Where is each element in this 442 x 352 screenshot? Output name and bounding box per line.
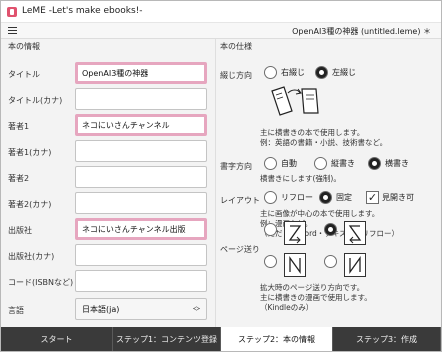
writing-label: 書字方向	[220, 162, 252, 171]
title-input[interactable]: OpenAI3種の神器	[75, 62, 207, 84]
layout-desc-1: 主に画像が中心の本で使用します。	[260, 209, 380, 218]
page-flip-reverse-z-icon	[344, 221, 366, 245]
paging-label: ページ送り	[220, 245, 260, 254]
tab-step1-content[interactable]: ステップ1：コンテンツ登録	[113, 327, 221, 351]
code-row: コード(ISBNなど)	[5, 269, 210, 293]
title-bar: LeME -Let's make ebooks!-	[1, 1, 441, 23]
author2-input[interactable]	[75, 166, 207, 188]
code-input[interactable]	[75, 270, 207, 292]
menu-bar: OpenAI3種の神器 (untitled.leme) ＊	[1, 23, 441, 39]
author2-label: 著者2	[8, 174, 30, 183]
author2-row: 著者2	[5, 165, 210, 189]
page-flip-z-icon	[284, 221, 306, 245]
author1-input[interactable]: ネコにいさんチャンネル	[75, 114, 207, 136]
document-title: OpenAI3種の神器 (untitled.leme) ＊	[292, 27, 431, 36]
paging-option-4-radio[interactable]	[324, 255, 337, 268]
author2-kana-input[interactable]	[75, 192, 207, 214]
book-binding-icon	[271, 86, 319, 116]
paging-desc-1: 拡大時のページ送り方向です。	[260, 283, 365, 292]
layout-fixed-option[interactable]: 固定	[319, 191, 352, 204]
spread-checkbox-option[interactable]: ✓ 見開き可	[366, 191, 414, 204]
writing-auto-option[interactable]: 自動	[264, 157, 297, 170]
writing-vertical-option[interactable]: 縦書き	[314, 157, 355, 170]
book-info-panel: 本の情報 タイトル OpenAI3種の神器 タイトル(カナ) 著者1 ネコにいさ…	[5, 39, 210, 327]
binding-desc-1: 主に横書きの本で使用します。	[260, 128, 365, 137]
binding-label: 綴じ方向	[220, 71, 252, 80]
step-tab-bar: スタート ステップ1：コンテンツ登録 ステップ2：本の情報 ステップ3：作成	[1, 327, 441, 351]
page-flip-reverse-n-icon	[344, 253, 366, 277]
publisher-row: 出版社 ネコにいさんチャンネル出版	[5, 217, 210, 241]
binding-desc-2: 例：英語の書籍・小説、技術書など。	[260, 138, 388, 147]
language-label: 言語	[8, 306, 24, 315]
author1-kana-label: 著者1(カナ)	[8, 148, 52, 157]
paging-option-3-radio[interactable]	[264, 255, 277, 268]
paging-option-1-radio[interactable]	[264, 223, 277, 236]
paging-option-1[interactable]	[264, 223, 281, 236]
layout-reflow-radio[interactable]	[264, 191, 277, 204]
writing-desc: 横書きにします(強制)。	[260, 174, 341, 183]
paging-desc-3: （Kindleのみ）	[260, 303, 314, 312]
paging-desc-2: 主に横書きの漫画で使用します。	[260, 293, 372, 302]
title-kana-label: タイトル(カナ)	[8, 96, 63, 105]
book-info-heading: 本の情報	[8, 42, 40, 51]
layout-reflow-option[interactable]: リフロー	[264, 191, 313, 204]
language-row: 言語 日本語(ja) ︿ ﹀	[5, 297, 210, 321]
app-window: LeME -Let's make ebooks!- OpenAI3種の神器 (u…	[0, 0, 442, 352]
author2-kana-label: 著者2(カナ)	[8, 200, 52, 209]
code-label: コード(ISBNなど)	[8, 278, 74, 287]
author1-row: 著者1 ネコにいさんチャンネル	[5, 113, 210, 137]
author1-kana-input[interactable]	[75, 140, 207, 162]
title-label: タイトル	[8, 70, 40, 79]
author1-label: 著者1	[8, 122, 30, 131]
title-kana-row: タイトル(カナ)	[5, 87, 210, 111]
tab-start[interactable]: スタート	[1, 327, 113, 351]
book-spec-heading: 本の仕様	[220, 42, 252, 51]
author2-kana-row: 著者2(カナ)	[5, 191, 210, 215]
author1-kana-row: 著者1(カナ)	[5, 139, 210, 163]
leme-app-icon	[7, 7, 17, 17]
binding-right-option[interactable]: 右綴じ	[264, 66, 305, 79]
paging-option-2-radio[interactable]	[324, 223, 337, 236]
title-kana-input[interactable]	[75, 88, 207, 110]
publisher-kana-row: 出版社(カナ)	[5, 243, 210, 267]
paging-option-2[interactable]	[324, 223, 341, 236]
paging-option-4[interactable]	[324, 255, 341, 268]
layout-label: レイアウト	[220, 196, 260, 205]
updown-chevron-icon: ︿ ﹀	[193, 302, 200, 316]
binding-right-radio[interactable]	[264, 66, 277, 79]
title-row: タイトル OpenAI3種の神器	[5, 61, 210, 85]
tab-step2-book-info[interactable]: ステップ2：本の情報	[221, 327, 333, 351]
publisher-kana-input[interactable]	[75, 244, 207, 266]
writing-horizontal-option[interactable]: 横書き	[368, 157, 409, 170]
publisher-label: 出版社	[8, 226, 32, 235]
binding-left-radio[interactable]	[315, 66, 328, 79]
book-spec-panel: 本の仕様 綴じ方向 右綴じ 左綴じ 主に横書きの本で使用します。 例：英語の書籍…	[215, 39, 439, 327]
writing-vertical-radio[interactable]	[314, 157, 327, 170]
binding-left-option[interactable]: 左綴じ	[315, 66, 356, 79]
tab-step3-create[interactable]: ステップ3：作成	[333, 327, 441, 351]
publisher-input[interactable]: ネコにいさんチャンネル出版	[75, 218, 207, 240]
paging-option-3[interactable]	[264, 255, 281, 268]
hamburger-menu-icon[interactable]	[8, 27, 17, 35]
writing-auto-radio[interactable]	[264, 157, 277, 170]
publisher-kana-label: 出版社(カナ)	[8, 252, 55, 261]
page-flip-n-icon	[284, 253, 306, 277]
language-select[interactable]: 日本語(ja) ︿ ﹀	[75, 298, 207, 320]
window-title: LeME -Let's make ebooks!-	[22, 6, 143, 16]
writing-horizontal-radio[interactable]	[368, 157, 381, 170]
layout-fixed-radio[interactable]	[319, 191, 332, 204]
spread-checkbox[interactable]: ✓	[366, 191, 379, 204]
